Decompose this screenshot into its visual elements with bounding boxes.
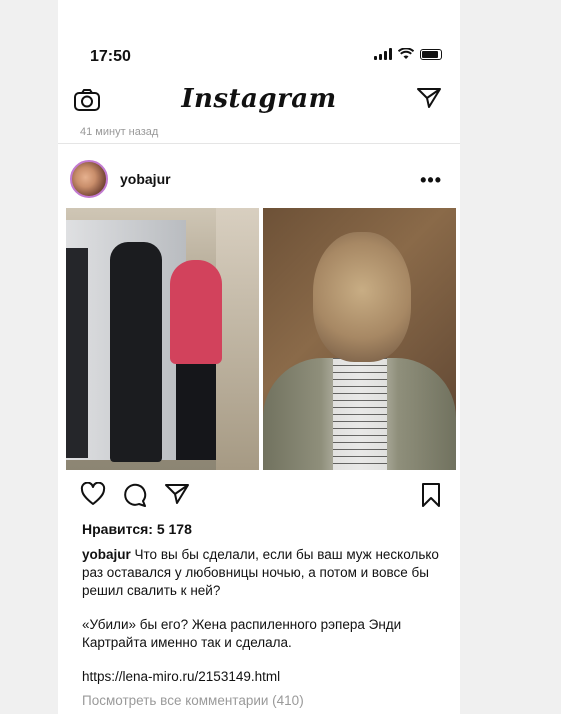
officer-shape: [66, 248, 88, 458]
direct-message-icon[interactable]: [416, 86, 442, 110]
share-icon[interactable]: [164, 482, 190, 506]
post-caption: yobajur Что вы бы сделали, если бы ваш м…: [82, 546, 442, 686]
view-all-comments-link[interactable]: Посмотреть все комментарии (410): [82, 693, 304, 708]
legs-shape: [176, 364, 216, 460]
wall-shape: [216, 208, 259, 470]
caption-link[interactable]: https://lena-miro.ru/2153149.html: [82, 668, 442, 686]
officer-shape: [110, 242, 162, 462]
post-actions: [58, 480, 460, 510]
post-time-ago: 41 минут назад: [80, 126, 159, 138]
likes-count[interactable]: Нравится: 5 178: [82, 521, 192, 537]
post-image[interactable]: [66, 208, 456, 470]
status-bar: 17:50: [58, 40, 460, 72]
comment-icon[interactable]: [122, 483, 148, 507]
top-navigation: Instagram: [58, 82, 460, 122]
post-header: yobajur •••: [58, 154, 460, 206]
signal-icon: [374, 48, 392, 60]
caption-username[interactable]: yobajur: [82, 547, 131, 562]
post-username[interactable]: yobajur: [120, 171, 171, 187]
heart-icon[interactable]: [80, 482, 106, 506]
phone-screen: 17:50 Instagram 41 минут назад yobajur •…: [58, 0, 460, 714]
post-image-left: [66, 208, 259, 470]
status-time: 17:50: [90, 48, 131, 65]
caption-text: Что вы бы сделали, если бы ваш муж неско…: [82, 547, 439, 598]
shirt-shape: [333, 358, 387, 470]
face-shape: [313, 232, 411, 362]
battery-icon: [420, 48, 442, 60]
hoodie-shape: [170, 260, 222, 364]
status-icons: [374, 48, 442, 60]
instagram-logo[interactable]: Instagram: [58, 84, 460, 114]
divider: [58, 143, 460, 144]
caption-text-2: «Убили» бы его? Жена распиленного рэпера…: [82, 617, 402, 650]
bookmark-icon[interactable]: [420, 482, 442, 508]
post-image-right: [263, 208, 456, 470]
wifi-icon: [398, 48, 414, 59]
avatar[interactable]: [70, 160, 108, 198]
more-icon[interactable]: •••: [420, 170, 442, 191]
